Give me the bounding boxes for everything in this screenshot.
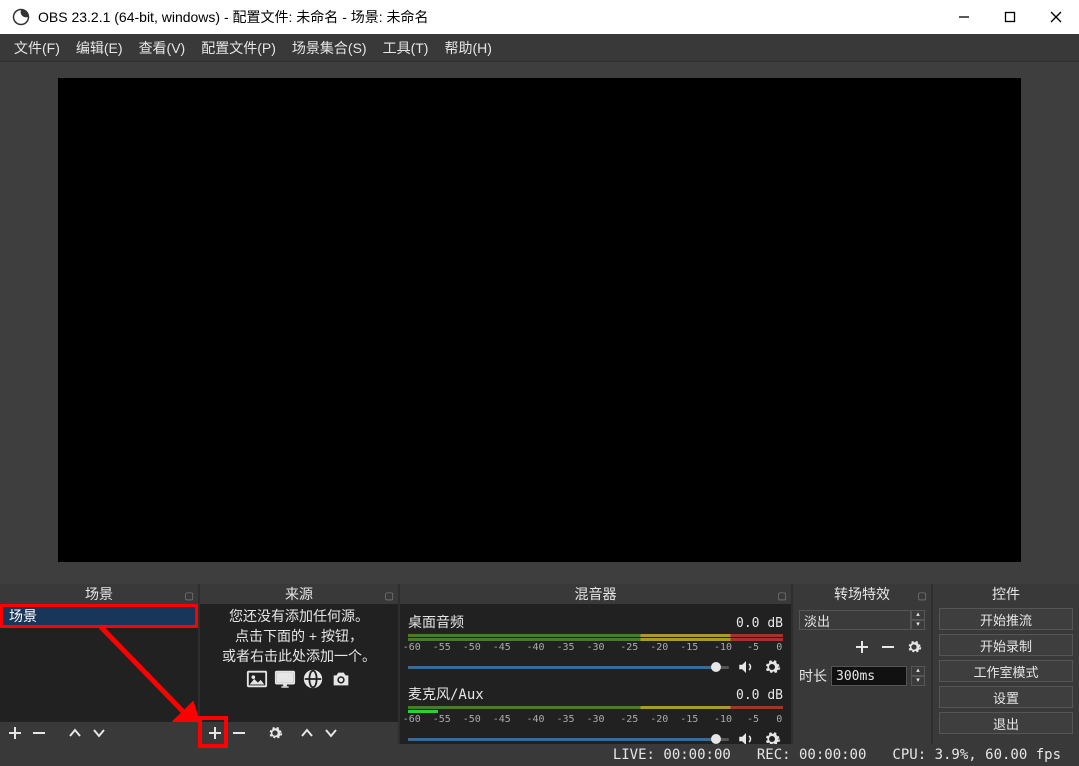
meter-scale: -60-55-50-45-40-35-30-25-20-15-10-50: [408, 714, 783, 728]
close-button[interactable]: [1033, 0, 1079, 34]
status-live: LIVE: 00:00:00: [613, 747, 731, 763]
menu-scene-collection[interactable]: 场景集合(S): [284, 36, 375, 60]
menu-help[interactable]: 帮助(H): [436, 36, 499, 60]
start-record-button[interactable]: 开始录制: [939, 634, 1073, 656]
transitions-header: 转场特效▢: [793, 584, 931, 604]
transition-select[interactable]: 淡出: [799, 610, 911, 630]
sources-icon-row: [200, 666, 398, 695]
sources-tools: [200, 722, 398, 744]
app-icon: [12, 8, 30, 26]
select-up-icon[interactable]: ▴: [911, 610, 925, 620]
menu-file[interactable]: 文件(F): [6, 36, 68, 60]
sources-empty-msg: 您还没有添加任何源。 点击下面的 + 按钮， 或者右击此处添加一个。: [200, 604, 398, 666]
scenes-add-button[interactable]: [4, 722, 26, 744]
duration-input[interactable]: 300ms: [831, 666, 907, 686]
scenes-dock: 场景▢ 场景: [0, 584, 200, 744]
exit-button[interactable]: 退出: [939, 712, 1073, 734]
speaker-icon[interactable]: [735, 656, 757, 678]
audio-meter: [408, 706, 783, 714]
transition-add-button[interactable]: [851, 636, 873, 658]
scene-item[interactable]: 场景: [0, 604, 198, 628]
menubar: 文件(F) 编辑(E) 查看(V) 配置文件(P) 场景集合(S) 工具(T) …: [0, 34, 1079, 62]
mixer-dock: 混音器▢ 桌面音频 0.0 dB -60-55-50-45-40-35-30-2…: [400, 584, 793, 744]
transition-remove-button[interactable]: [877, 636, 899, 658]
scenes-up-button[interactable]: [64, 722, 86, 744]
gear-icon[interactable]: [761, 728, 783, 744]
scenes-list[interactable]: 场景: [0, 604, 198, 722]
spin-up-icon[interactable]: ▴: [911, 666, 925, 676]
spin-down-icon[interactable]: ▾: [911, 676, 925, 686]
audio-meter: [408, 634, 783, 642]
transitions-dock: 转场特效▢ 淡出 ▴▾ 时长 300ms ▴▾: [793, 584, 933, 744]
controls-body: 开始推流 开始录制 工作室模式 设置 退出: [933, 604, 1079, 744]
image-icon: [246, 668, 268, 693]
status-cpu: CPU: 3.9%, 60.00 fps: [892, 747, 1061, 763]
volume-slider[interactable]: [408, 732, 729, 744]
app-window: OBS 23.2.1 (64-bit, windows) - 配置文件: 未命名…: [0, 0, 1079, 766]
duration-label: 时长: [799, 666, 827, 686]
mixer-channel: 桌面音频 0.0 dB -60-55-50-45-40-35-30-25-20-…: [408, 612, 783, 678]
mixer-body: 桌面音频 0.0 dB -60-55-50-45-40-35-30-25-20-…: [400, 604, 791, 744]
sources-list[interactable]: 您还没有添加任何源。 点击下面的 + 按钮， 或者右击此处添加一个。: [200, 604, 398, 722]
sources-settings-button[interactable]: [264, 722, 286, 744]
start-stream-button[interactable]: 开始推流: [939, 608, 1073, 630]
titlebar: OBS 23.2.1 (64-bit, windows) - 配置文件: 未命名…: [0, 0, 1079, 34]
camera-icon: [330, 668, 352, 693]
globe-icon: [302, 668, 324, 693]
scenes-down-button[interactable]: [88, 722, 110, 744]
transition-settings-button[interactable]: [903, 636, 925, 658]
channel-db: 0.0 dB: [736, 616, 783, 631]
scenes-remove-button[interactable]: [28, 722, 50, 744]
volume-slider[interactable]: [408, 660, 729, 674]
meter-scale: -60-55-50-45-40-35-30-25-20-15-10-50: [408, 642, 783, 656]
settings-button[interactable]: 设置: [939, 686, 1073, 708]
status-rec: REC: 00:00:00: [757, 747, 867, 763]
scenes-tools: [0, 722, 198, 744]
mixer-channel: 麦克风/Aux 0.0 dB -60-55-50-45-40-35-30-25-…: [408, 684, 783, 744]
preview-canvas[interactable]: [58, 78, 1021, 562]
minimize-button[interactable]: [941, 0, 987, 34]
sources-down-button[interactable]: [320, 722, 342, 744]
speaker-icon[interactable]: [735, 728, 757, 744]
monitor-icon: [274, 668, 296, 693]
sources-dock: 来源▢ 您还没有添加任何源。 点击下面的 + 按钮， 或者右击此处添加一个。: [200, 584, 400, 744]
channel-name: 麦克风/Aux: [408, 684, 736, 704]
select-down-icon[interactable]: ▾: [911, 620, 925, 630]
preview-area: [0, 62, 1079, 584]
menu-edit[interactable]: 编辑(E): [68, 36, 131, 60]
menu-profile[interactable]: 配置文件(P): [193, 36, 284, 60]
annotation-highlight: [198, 716, 228, 748]
controls-header: 控件: [933, 584, 1079, 604]
docks: 场景▢ 场景 来源▢ 您还没有添加任何源。: [0, 584, 1079, 744]
menu-view[interactable]: 查看(V): [131, 36, 194, 60]
maximize-button[interactable]: [987, 0, 1033, 34]
channel-db: 0.0 dB: [736, 688, 783, 703]
statusbar: LIVE: 00:00:00 REC: 00:00:00 CPU: 3.9%, …: [0, 744, 1079, 766]
studio-mode-button[interactable]: 工作室模式: [939, 660, 1073, 682]
window-title: OBS 23.2.1 (64-bit, windows) - 配置文件: 未命名…: [38, 7, 941, 27]
annotation-arrow: [10, 624, 198, 722]
controls-dock: 控件 开始推流 开始录制 工作室模式 设置 退出: [933, 584, 1079, 744]
channel-name: 桌面音频: [408, 612, 736, 632]
mixer-header: 混音器▢: [400, 584, 791, 604]
transitions-body: 淡出 ▴▾ 时长 300ms ▴▾: [793, 604, 931, 744]
scenes-header: 场景▢: [0, 584, 198, 604]
sources-remove-button[interactable]: [228, 722, 250, 744]
gear-icon[interactable]: [761, 656, 783, 678]
sources-header: 来源▢: [200, 584, 398, 604]
menu-tools[interactable]: 工具(T): [375, 36, 437, 60]
sources-up-button[interactable]: [296, 722, 318, 744]
